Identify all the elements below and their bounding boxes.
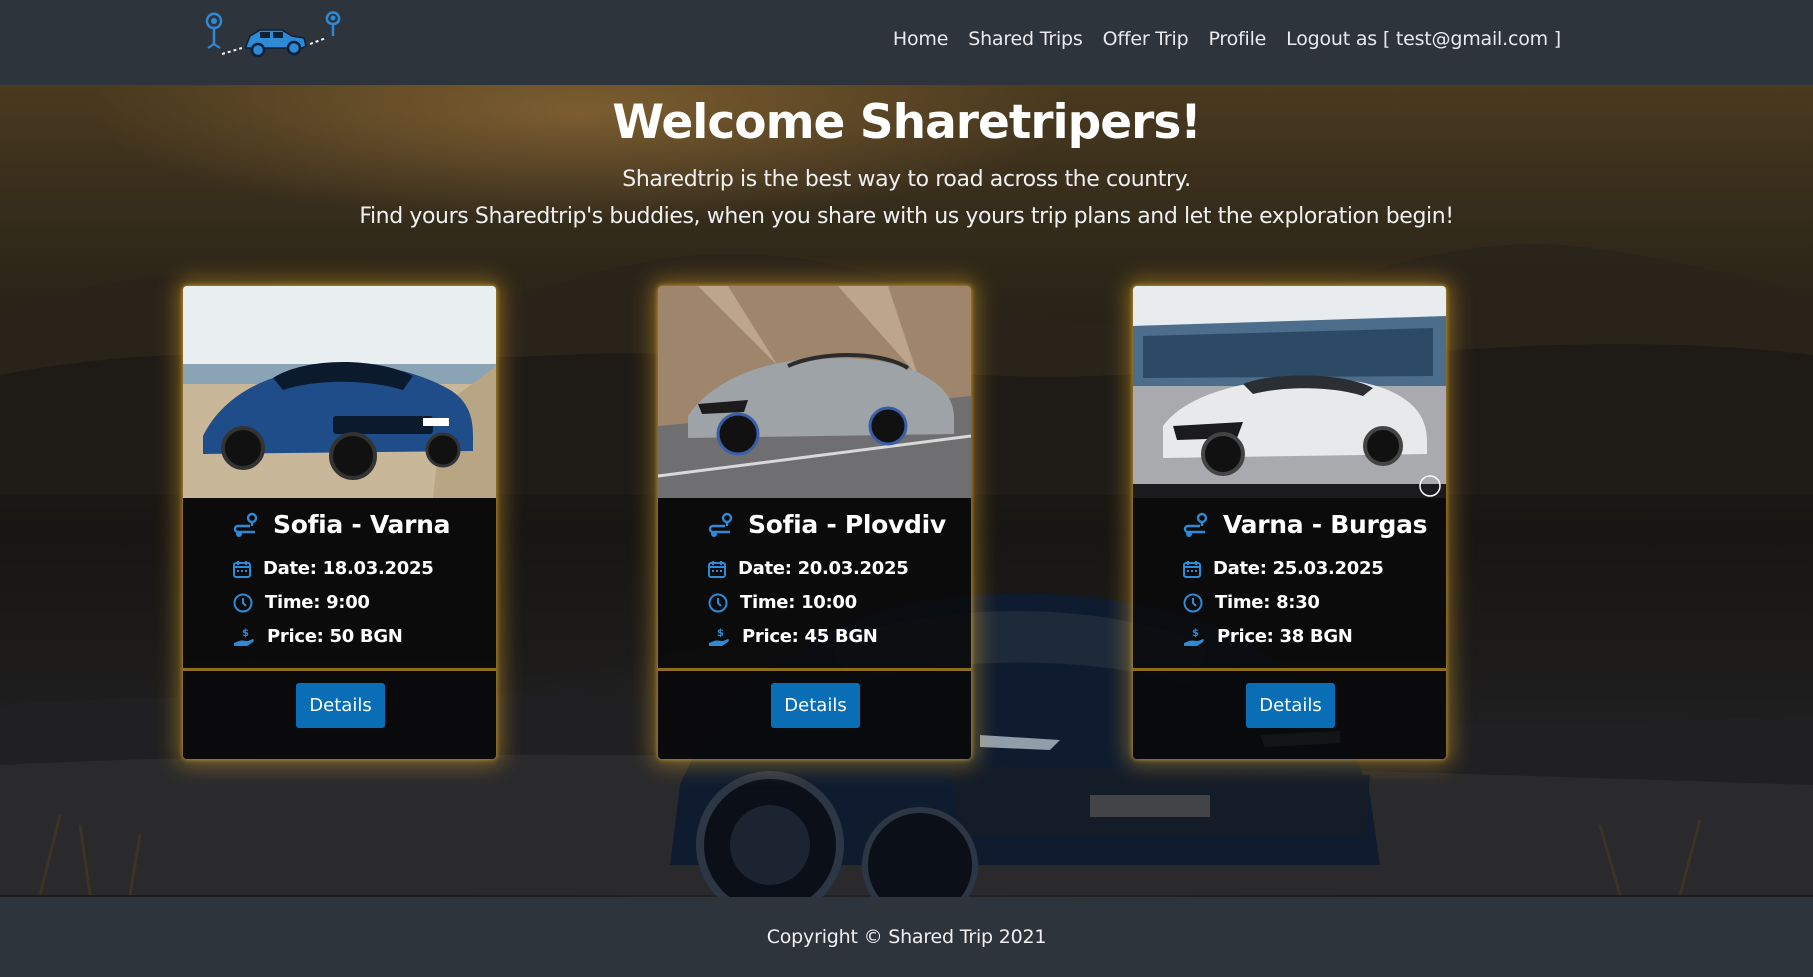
- hand-money-icon: $: [234, 628, 254, 646]
- svg-text:$: $: [242, 628, 249, 639]
- trip-car-image: [183, 286, 496, 498]
- trip-time: Time: 10:00: [740, 592, 857, 613]
- trip-card-footer: Details: [1133, 668, 1446, 759]
- trip-car-image: [1133, 286, 1446, 498]
- trip-route: Sofia - Varna: [273, 510, 451, 539]
- route-icon: [233, 512, 258, 537]
- page-title: Welcome Sharetripers!: [612, 95, 1201, 150]
- nav-logout[interactable]: Logout as [ test@gmail.com ]: [1286, 28, 1561, 50]
- hand-money-icon: $: [1184, 628, 1204, 646]
- details-button[interactable]: Details: [771, 683, 860, 728]
- nav-home[interactable]: Home: [893, 28, 949, 50]
- copyright-text: Copyright © Shared Trip 2021: [766, 926, 1047, 948]
- svg-text:$: $: [717, 628, 724, 639]
- hero-subtitle-line-2: Find yours Sharedtrip's buddies, when yo…: [359, 204, 1454, 229]
- hand-money-icon: $: [709, 628, 729, 646]
- trip-time: Time: 8:30: [1215, 592, 1320, 613]
- nav-shared-trips[interactable]: Shared Trips: [968, 28, 1083, 50]
- trip-card: Sofia - Varna Date: 18.03.2025 Time: 9:0…: [183, 286, 496, 759]
- trip-card: Sofia - Plovdiv Date: 20.03.2025 Time: 1…: [658, 286, 971, 759]
- svg-text:$: $: [1192, 628, 1199, 639]
- trip-price: Price: 38 BGN: [1217, 626, 1353, 647]
- trip-price: Price: 45 BGN: [742, 626, 878, 647]
- clock-icon: [708, 593, 728, 612]
- trip-card-body: Sofia - Varna Date: 18.03.2025 Time: 9:0…: [183, 498, 496, 668]
- calendar-icon: [233, 560, 251, 578]
- trip-price: Price: 50 BGN: [267, 626, 403, 647]
- route-icon: [1183, 512, 1208, 537]
- route-icon: [708, 512, 733, 537]
- trip-card-body: Sofia - Plovdiv Date: 20.03.2025 Time: 1…: [658, 498, 971, 668]
- clock-icon: [233, 593, 253, 612]
- nav-profile[interactable]: Profile: [1208, 28, 1266, 50]
- hero-section: Welcome Sharetripers! Sharedtrip is the …: [0, 85, 1813, 897]
- trip-card-footer: Details: [658, 668, 971, 759]
- clock-icon: [1183, 593, 1203, 612]
- shared-trip-logo-icon[interactable]: [198, 8, 364, 66]
- trip-route: Varna - Burgas: [1223, 510, 1428, 539]
- page-footer: Copyright © Shared Trip 2021: [0, 897, 1813, 977]
- trip-card-footer: Details: [183, 668, 496, 759]
- trip-time: Time: 9:00: [265, 592, 370, 613]
- trip-date: Date: 18.03.2025: [263, 558, 434, 579]
- trip-car-image: [658, 286, 971, 498]
- details-button[interactable]: Details: [1246, 683, 1335, 728]
- trip-card-body: Varna - Burgas Date: 25.03.2025 Time: 8:…: [1133, 498, 1446, 668]
- details-button[interactable]: Details: [296, 683, 385, 728]
- trip-route: Sofia - Plovdiv: [748, 510, 946, 539]
- trip-date: Date: 25.03.2025: [1213, 558, 1384, 579]
- trip-date: Date: 20.03.2025: [738, 558, 909, 579]
- calendar-icon: [708, 560, 726, 578]
- navbar: Home Shared Trips Offer Trip Profile Log…: [0, 0, 1813, 85]
- nav-offer-trip[interactable]: Offer Trip: [1103, 28, 1189, 50]
- hero-subtitle-line-1: Sharedtrip is the best way to road acros…: [622, 167, 1191, 192]
- calendar-icon: [1183, 560, 1201, 578]
- trip-card: Varna - Burgas Date: 25.03.2025 Time: 8:…: [1133, 286, 1446, 759]
